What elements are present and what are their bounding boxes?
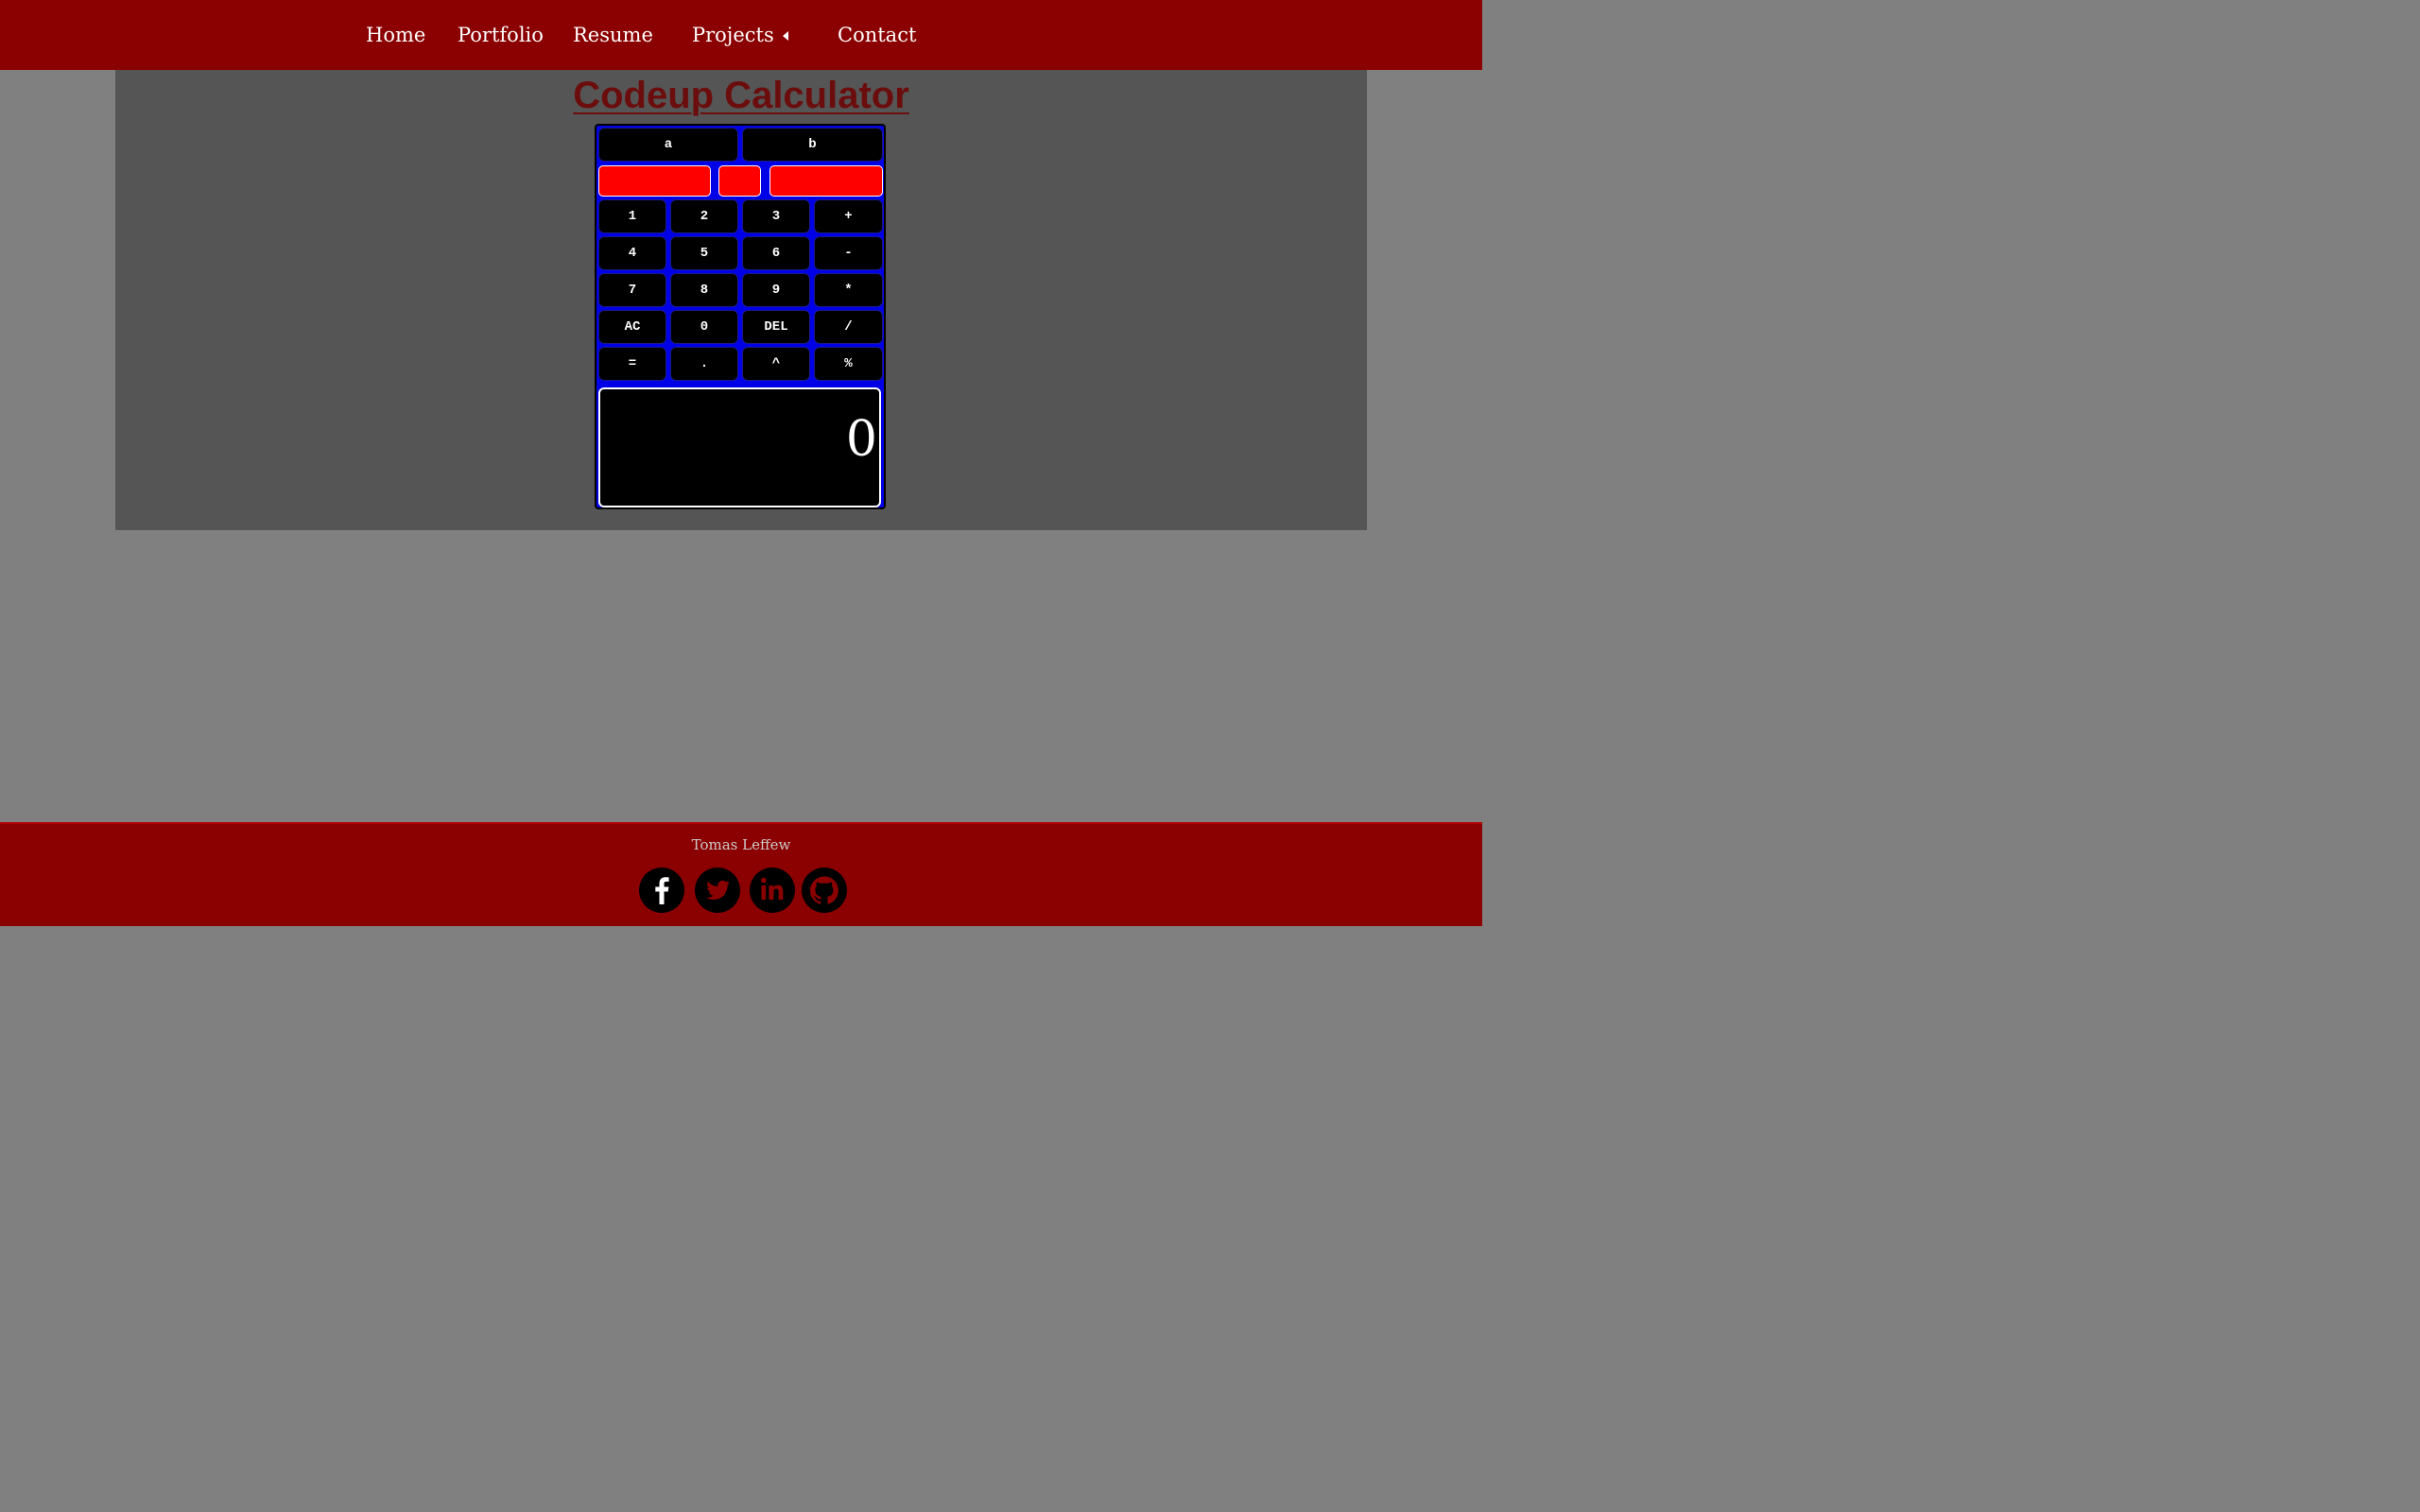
key-plus[interactable]: + <box>814 199 883 233</box>
key-divide[interactable]: / <box>814 310 883 344</box>
key-1[interactable]: 1 <box>598 199 666 233</box>
key-percent[interactable]: % <box>814 347 883 381</box>
github-icon <box>802 868 847 913</box>
key-0[interactable]: 0 <box>670 310 738 344</box>
key-3[interactable]: 3 <box>742 199 810 233</box>
key-2[interactable]: 2 <box>670 199 738 233</box>
key-power[interactable]: ^ <box>742 347 810 381</box>
operator-input[interactable] <box>718 165 761 197</box>
calculator: a b 1 2 3 + 4 5 6 - 7 8 9 * AC 0 DEL / =… <box>595 124 886 509</box>
key-clear-all[interactable]: AC <box>598 310 666 344</box>
twitter-icon <box>695 868 740 913</box>
github-link[interactable] <box>802 868 847 913</box>
key-6[interactable]: 6 <box>742 236 810 270</box>
key-minus[interactable]: - <box>814 236 883 270</box>
key-equals[interactable]: = <box>598 347 666 381</box>
facebook-icon <box>639 868 684 913</box>
left-operand-input[interactable] <box>598 165 711 197</box>
twitter-link[interactable] <box>695 868 740 913</box>
key-7[interactable]: 7 <box>598 273 666 307</box>
result-value: 0 <box>845 411 877 468</box>
nav-projects-label: Projects <box>692 24 774 46</box>
footer-author-name: Tomas Leffew <box>691 836 791 853</box>
nav-resume-link[interactable]: Resume <box>573 21 653 49</box>
nav-home-link[interactable]: Home <box>366 21 425 49</box>
linkedin-icon <box>750 868 795 913</box>
key-delete[interactable]: DEL <box>742 310 810 344</box>
page-title[interactable]: Codeup Calculator <box>115 74 1367 117</box>
calc-button-b[interactable]: b <box>742 128 883 162</box>
key-9[interactable]: 9 <box>742 273 810 307</box>
nav-contact-link[interactable]: Contact <box>838 21 916 49</box>
key-multiply[interactable]: * <box>814 273 883 307</box>
nav-portfolio-link[interactable]: Portfolio <box>458 21 544 49</box>
key-8[interactable]: 8 <box>670 273 738 307</box>
result-display: 0 <box>598 387 881 507</box>
main-panel: Codeup Calculator a b 1 2 3 + 4 5 6 - 7 … <box>115 70 1367 530</box>
calc-button-a[interactable]: a <box>598 128 738 162</box>
key-4[interactable]: 4 <box>598 236 666 270</box>
right-operand-input[interactable] <box>769 165 883 197</box>
linkedin-link[interactable] <box>750 868 795 913</box>
caret-left-icon <box>782 30 788 41</box>
facebook-link[interactable] <box>639 868 684 913</box>
top-navigation: Home Portfolio Resume Projects Contact <box>0 0 1482 70</box>
key-5[interactable]: 5 <box>670 236 738 270</box>
key-decimal[interactable]: . <box>670 347 738 381</box>
footer: Tomas Leffew <box>0 822 1482 926</box>
nav-projects-dropdown[interactable]: Projects <box>692 21 788 49</box>
